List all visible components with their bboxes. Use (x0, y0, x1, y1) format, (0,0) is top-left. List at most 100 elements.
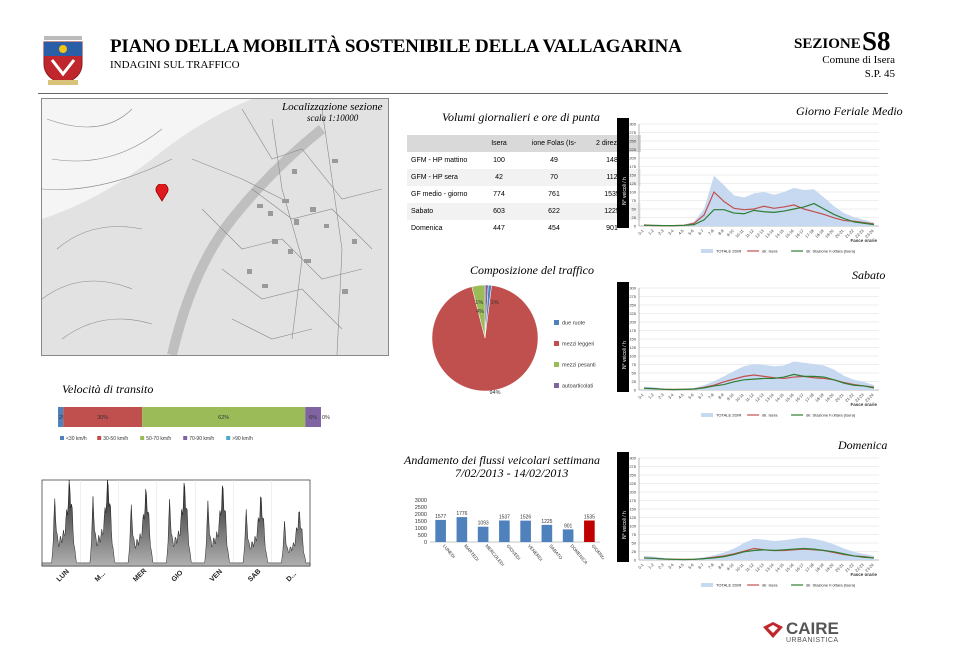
bar (456, 517, 468, 542)
weekly-bar-chart: 050010001500200025003000 1577 LUNEDI 1776 MA… (415, 498, 604, 589)
x-tick-label: MERCOLEDI (484, 543, 505, 567)
x-tick-label: 8-9 (717, 562, 725, 570)
table-row: GFM - HP mattino 100 49 148 (407, 152, 641, 169)
hourly-chart-domenica: N° veicoli / h 0 25 50 75 100 125 150 175 200 225 2… (617, 452, 879, 588)
pie-data-label: 1% (475, 300, 483, 306)
x-tick-label: 14-15 (774, 228, 785, 239)
volumes-table: Isera ione Folas (Is- 2 direzioni GFM - … (407, 135, 641, 237)
legend-label: TOTALE 2DIR (716, 249, 742, 254)
table-cell: GFM - HP mattino (407, 152, 473, 169)
x-tick-label: GIORNO FERIALE MEDIO (591, 543, 604, 588)
y-tick-label: 100 (629, 354, 636, 359)
x-tick-label: LUNEDI (442, 543, 456, 559)
x-tick-label: 17-18 (804, 392, 815, 403)
x-tick-label: GIOVEDI (506, 543, 522, 561)
x-tick-label: 20-21 (834, 228, 845, 239)
x-tick-label: 7-8 (707, 228, 715, 236)
y-tick-label: 50 (632, 371, 637, 376)
pie-data-label: 4% (476, 309, 484, 315)
legend-swatch (97, 436, 102, 440)
x-tick-label: 11-12 (744, 228, 755, 239)
y-tick-label: 250 (629, 303, 636, 308)
sabato-title: Sabato (852, 268, 886, 282)
y-tick-label: 200 (629, 156, 636, 161)
bar (584, 520, 595, 542)
legend-label: 70-90 km/h (189, 436, 214, 442)
table-cell: 447 (473, 220, 525, 237)
caire-logo-icon (762, 621, 784, 644)
bar (541, 524, 553, 542)
x-tick-label: 4-5 (677, 228, 685, 236)
x-tick-label: 5-6 (687, 228, 695, 236)
x-tick-label: 1-2 (647, 562, 655, 570)
x-tick-label: 5-6 (687, 562, 695, 570)
y-tick-label: 175 (629, 164, 636, 169)
y-tick-label: 25 (632, 379, 637, 384)
y-tick-label: 1500 (415, 519, 427, 525)
x-tick-label: 1-2 (647, 392, 655, 400)
profile-day-label: MER (132, 567, 148, 583)
x-tick-label: 14-15 (774, 392, 785, 403)
volumes-title: Volumi giornalieri e ore di punta (442, 110, 600, 124)
x-tick-label: 15-16 (784, 228, 795, 239)
y-tick-label: 100 (629, 190, 636, 195)
y-tick-label: 1000 (415, 526, 427, 532)
x-tick-label: 15-16 (784, 392, 795, 403)
x-tick-label: 20-21 (834, 392, 845, 403)
legend-label: <30 km/h (66, 436, 87, 442)
location-map (41, 98, 389, 356)
composition-pie-chart: 1% 94% 4% 1% due ruote mezzi leggeri mezzi pes… (431, 284, 596, 396)
table-cell: Sabato (407, 203, 473, 220)
table-cell: 49 (525, 152, 583, 169)
x-tick-label: 10-11 (734, 392, 745, 403)
x-tick-label: 12-13 (754, 392, 765, 403)
table-cell: 774 (473, 186, 525, 203)
legend-label: dir. Isera (762, 413, 778, 418)
bar-data-label: 901 (564, 523, 573, 529)
table-cell: 603 (473, 203, 525, 220)
map-title: Localizzazione sezione (282, 101, 383, 113)
legend-label: mezzi leggeri (562, 342, 594, 348)
x-tick-label: 19-20 (824, 228, 835, 239)
x-tick-label: 5-6 (687, 392, 695, 400)
profile-day-label: GIO (171, 569, 185, 583)
x-tick-label: 0-1 (637, 392, 645, 400)
x-tick-label: 19-20 (824, 562, 835, 573)
x-tick-label: 3-4 (667, 392, 675, 400)
profile-day-label: M... (94, 570, 107, 583)
bar (477, 526, 489, 542)
y-tick-label: 25 (632, 215, 637, 220)
table-cell: 100 (473, 152, 525, 169)
table-header-cell: ione Folas (Is- (525, 135, 583, 152)
y-tick-label: 2500 (415, 505, 427, 511)
bar (520, 520, 531, 542)
x-tick-label: 18-19 (814, 228, 825, 239)
table-cell: GFM - HP sera (407, 169, 473, 186)
legend-label: >90 km/h (232, 436, 253, 442)
bar-data-label: 1225 (541, 519, 552, 525)
legend-swatch (554, 320, 559, 325)
table-row: Domenica 447 454 901 (407, 220, 641, 237)
map-drawing (42, 99, 388, 355)
x-tick-label: 13-14 (764, 228, 775, 239)
x-tick-label: 19-20 (824, 392, 835, 403)
x-tick-label: DOMENICA (569, 543, 588, 565)
x-tick-label: 16-17 (794, 228, 805, 239)
series-area-total (644, 175, 874, 226)
x-tick-label: 13-14 (764, 392, 775, 403)
weekly-traffic-profile: LUN M... MER GIO VEN SAB D... (41, 479, 311, 583)
y-tick-label: 300 (629, 456, 636, 461)
legend-swatch (554, 362, 559, 367)
table-cell: Domenica (407, 220, 473, 237)
x-tick-label: 0-1 (637, 228, 645, 236)
comune-label: Comune di Isera (822, 54, 895, 66)
legend-label: dir. Isera (762, 249, 778, 254)
y-tick-label: 100 (629, 524, 636, 529)
table-cell: 42 (473, 169, 525, 186)
x-tick-label: 6-7 (697, 562, 705, 570)
x-tick-label: 12-13 (754, 562, 765, 573)
y-tick-label: 2000 (415, 512, 427, 518)
top-rule (38, 93, 888, 94)
x-tick-label: 1-2 (647, 228, 655, 236)
speed-data-label: 6% (309, 415, 317, 421)
